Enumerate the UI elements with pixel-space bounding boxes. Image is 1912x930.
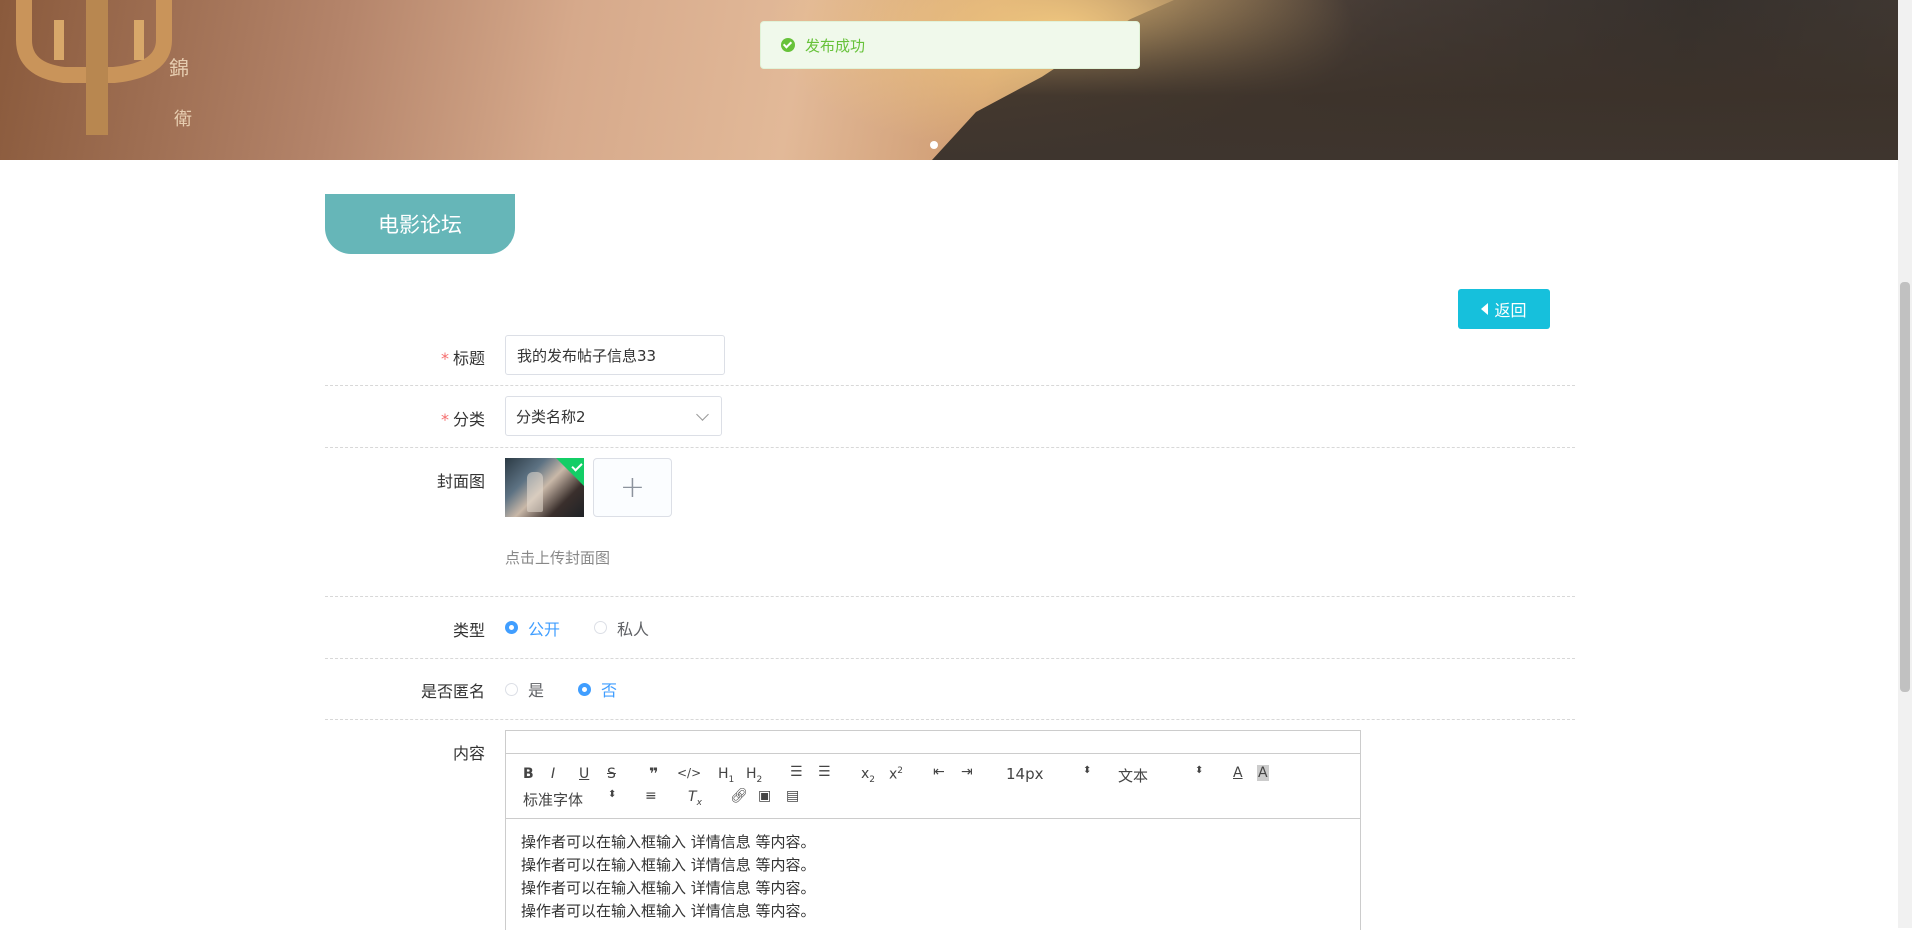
background-color-icon[interactable]: A [1257,765,1269,781]
type-radio-group: 公开 私人 [505,597,683,658]
radio-unchecked-icon [505,682,518,696]
title-input[interactable]: 我的发布帖子信息33 [505,335,725,375]
h1-icon[interactable]: H1 [718,766,734,785]
content-line: 操作者可以在输入框输入 详情信息 等内容。 [521,856,816,874]
scrollbar-thumb[interactable] [1900,282,1910,692]
form-row-category: * 分类 分类名称2 [325,386,1575,448]
radio-checked-icon [505,621,518,634]
radio-no[interactable]: 否 [578,677,617,701]
subscript-icon[interactable]: x2 [861,766,875,785]
success-toast: 发布成功 [760,21,1140,69]
video-icon[interactable]: ▤ [786,788,799,804]
bullet-list-icon[interactable]: ☰ [818,764,831,780]
back-button-label: 返回 [1494,301,1527,320]
type-label: 类型 [452,621,485,640]
cover-label: 封面图 [436,472,485,491]
font-family-select[interactable]: 标准字体 [523,789,583,810]
content-line: 操作者可以在输入框输入 详情信息 等内容。 [521,833,816,851]
upload-tip: 点击上传封面图 [505,549,611,567]
upload-cover-button[interactable]: + [593,458,672,517]
superscript-icon[interactable]: x2 [889,766,903,783]
page-scrollbar[interactable] [1898,0,1912,928]
radio-checked-icon [578,682,592,696]
anonymous-radio-group: 是 否 [505,659,651,719]
editor-toolbar: B I U S ❞ </> H1 H2 ☰ ☰ x2 x2 ⇤ ⇥ 14px ⬍… [506,754,1360,819]
anonymous-label: 是否匿名 [420,682,485,701]
link-icon[interactable]: 🔗︎ [730,788,748,804]
category-selected-value: 分类名称2 [516,407,586,426]
rich-text-editor: B I U S ❞ </> H1 H2 ☰ ☰ x2 x2 ⇤ ⇥ 14px ⬍… [505,730,1361,930]
strike-icon[interactable]: S [607,766,616,782]
select-arrows-icon: ⬍ [608,789,617,800]
bold-icon[interactable]: B [523,766,534,782]
cover-thumbnail[interactable] [505,458,584,517]
radio-public[interactable]: 公开 [505,616,560,640]
radio-unchecked-icon [594,621,608,634]
image-icon[interactable]: ▣ [758,788,771,804]
form-row-anonymous: 是否匿名 是 否 [325,659,1575,720]
content-line: 操作者可以在输入框输入 详情信息 等内容。 [521,879,816,897]
form-row-type: 类型 公开 私人 [325,597,1575,659]
heading-select[interactable]: 文本 [1118,765,1148,786]
font-size-select[interactable]: 14px [1006,765,1044,783]
svg-text:衛: 衛 [174,109,192,130]
content-line: 操作者可以在输入框输入 详情信息 等内容。 [521,902,816,920]
text-color-icon[interactable]: A [1233,765,1243,781]
blockquote-icon[interactable]: ❞ [649,764,658,783]
content-label: 内容 [452,744,485,763]
required-mark: * [440,410,449,429]
select-arrows-icon: ⬍ [1195,765,1204,776]
align-icon[interactable]: ≡ [645,788,657,804]
carousel-indicator[interactable] [930,141,938,149]
form-row-cover: 封面图 + 点击上传封面图 [325,448,1575,597]
select-arrows-icon: ⬍ [1083,765,1092,776]
required-mark: * [440,349,449,368]
editor-content[interactable]: 操作者可以在输入框输入 详情信息 等内容。 操作者可以在输入框输入 详情信息 等… [506,819,1360,923]
success-check-icon [781,38,795,52]
svg-text:錦: 錦 [169,56,189,80]
outdent-icon[interactable]: ⇤ [933,764,945,780]
italic-icon[interactable]: I [551,766,555,782]
underline-icon[interactable]: U [579,766,589,782]
category-label: * 分类 [440,410,485,429]
ordered-list-icon[interactable]: ☰ [790,764,803,780]
movie-logo-icon: 錦 衛 [16,0,192,135]
radio-yes[interactable]: 是 [505,677,544,701]
toast-message: 发布成功 [805,36,866,55]
category-select[interactable]: 分类名称2 [505,396,722,436]
clean-format-icon[interactable]: Tx [688,789,702,808]
back-button[interactable]: 返回 [1458,289,1550,329]
plus-icon: + [619,469,646,505]
radio-private[interactable]: 私人 [594,616,649,640]
caret-left-icon [1481,303,1489,315]
forum-title-tab: 电影论坛 [325,194,515,254]
code-block-icon[interactable]: </> [677,766,701,780]
h2-icon[interactable]: H2 [746,766,762,785]
indent-icon[interactable]: ⇥ [961,764,973,780]
chevron-down-icon [696,408,709,421]
title-label: * 标题 [440,349,485,368]
form-row-title: * 标题 我的发布帖子信息33 [325,325,1575,386]
